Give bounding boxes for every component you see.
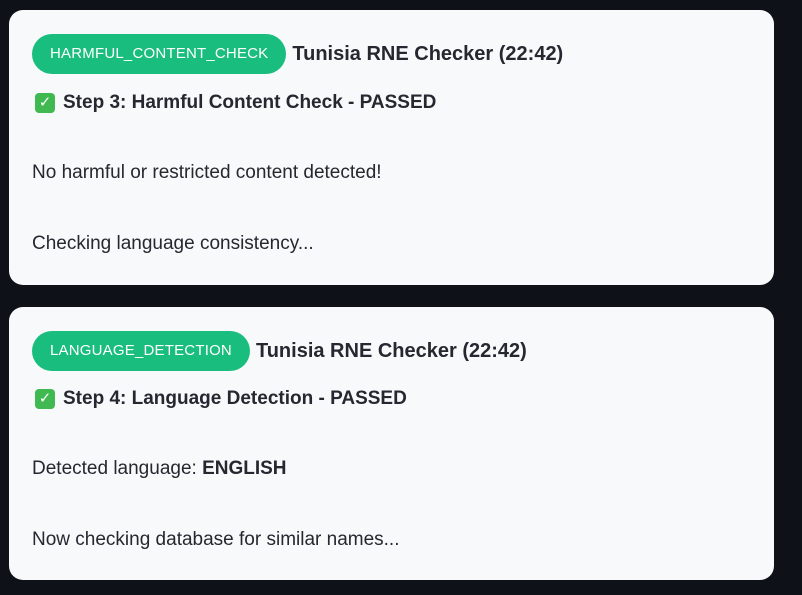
check-mark-button-icon: ✓ (35, 389, 55, 409)
message-header: LANGUAGE_DETECTION Tunisia RNE Checker (… (32, 331, 527, 371)
status-badge: LANGUAGE_DETECTION (32, 331, 250, 371)
message-header: HARMFUL_CONTENT_CHECK Tunisia RNE Checke… (32, 34, 563, 74)
message-card-harmful-content: HARMFUL_CONTENT_CHECK Tunisia RNE Checke… (9, 10, 774, 285)
checker-title: Tunisia RNE Checker (22:42) (292, 42, 564, 65)
step-heading: ✓ Step 3: Harmful Content Check - PASSED (35, 92, 436, 114)
step-heading: ✓ Step 4: Language Detection - PASSED (35, 388, 407, 410)
result-text: No harmful or restricted content detecte… (32, 162, 382, 183)
status-badge: HARMFUL_CONTENT_CHECK (32, 34, 287, 74)
result-text: Detected language: ENGLISH (32, 458, 287, 480)
checker-title: Tunisia RNE Checker (22:42) (255, 339, 527, 362)
next-step-text: Now checking database for similar names.… (32, 529, 400, 550)
step-text: Step 4: Language Detection - PASSED (63, 388, 407, 409)
check-mark-button-icon: ✓ (35, 93, 55, 113)
detected-language-label: Detected language: (32, 458, 203, 479)
step-text: Step 3: Harmful Content Check - PASSED (63, 92, 437, 113)
message-card-language-detection: LANGUAGE_DETECTION Tunisia RNE Checker (… (9, 307, 774, 580)
detected-language-value: ENGLISH (202, 458, 287, 479)
next-step-text: Checking language consistency... (32, 233, 314, 254)
